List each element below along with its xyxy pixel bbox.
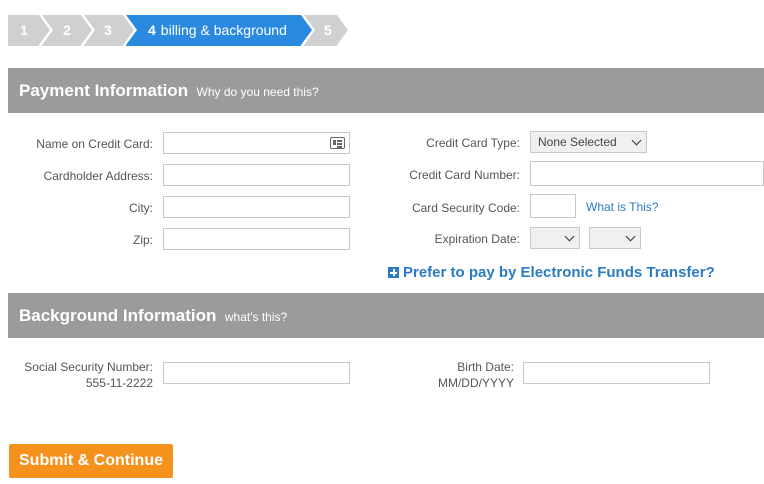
ssn-input[interactable] xyxy=(163,362,350,384)
zip-input[interactable] xyxy=(163,228,350,250)
background-whats-this-link[interactable]: what's this? xyxy=(225,310,287,324)
birth-date-input[interactable] xyxy=(523,362,710,384)
name-on-card-input[interactable] xyxy=(163,132,350,154)
cardholder-address-label: Cardholder Address: xyxy=(43,169,153,183)
expiration-date-label: Expiration Date: xyxy=(434,232,520,246)
payment-section-header: Payment Information Why do you need this… xyxy=(8,68,764,113)
plus-icon xyxy=(388,267,399,278)
expiration-month-select[interactable] xyxy=(530,227,580,249)
progress-stepper: 1 2 3 4 billing & background 5 xyxy=(8,15,348,46)
cardholder-address-input[interactable] xyxy=(163,164,350,186)
step-1[interactable]: 1 xyxy=(8,15,50,46)
birth-date-label: Birth Date: xyxy=(457,360,514,374)
step-4-label: billing & background xyxy=(160,22,287,38)
card-type-value: None Selected xyxy=(538,135,617,149)
city-label: City: xyxy=(129,201,153,215)
chevron-down-icon xyxy=(625,231,636,242)
security-code-label: Card Security Code: xyxy=(411,201,520,215)
ssn-label: Social Security Number: xyxy=(24,360,153,374)
card-number-label: Credit Card Number: xyxy=(409,168,520,182)
ssn-label-group: Social Security Number: 555-11-2222 xyxy=(24,359,153,391)
eft-link-label: Prefer to pay by Electronic Funds Transf… xyxy=(403,264,715,281)
birth-date-label-group: Birth Date: MM/DD/YYYY xyxy=(438,359,514,391)
step-3-number: 3 xyxy=(104,22,112,38)
security-code-input[interactable] xyxy=(530,194,576,218)
background-title: Background Information xyxy=(19,306,217,325)
card-type-select[interactable]: None Selected xyxy=(530,131,647,153)
eft-link[interactable]: Prefer to pay by Electronic Funds Transf… xyxy=(388,264,715,281)
step-4-number: 4 xyxy=(148,22,156,38)
payment-why-link[interactable]: Why do you need this? xyxy=(197,85,319,99)
name-on-card-label: Name on Credit Card: xyxy=(36,137,153,151)
chevron-down-icon xyxy=(564,231,575,242)
card-type-label: Credit Card Type: xyxy=(426,136,520,150)
step-4-current: 4 billing & background xyxy=(126,15,312,46)
contact-card-icon xyxy=(330,137,345,149)
submit-continue-button[interactable]: Submit & Continue xyxy=(9,444,173,478)
background-section-header: Background Information what's this? xyxy=(8,293,764,338)
step-5-number: 5 xyxy=(324,22,332,38)
step-1-number: 1 xyxy=(20,22,28,38)
expiration-year-select[interactable] xyxy=(589,227,641,249)
card-number-input[interactable] xyxy=(530,161,764,186)
chevron-down-icon xyxy=(631,135,642,146)
what-is-this-link[interactable]: What is This? xyxy=(586,200,658,214)
payment-title: Payment Information xyxy=(19,81,189,100)
zip-label: Zip: xyxy=(132,233,153,247)
birth-date-hint: MM/DD/YYYY xyxy=(437,376,514,390)
city-input[interactable] xyxy=(163,196,350,218)
step-2-number: 2 xyxy=(63,22,71,38)
ssn-hint: 555-11-2222 xyxy=(85,376,153,390)
